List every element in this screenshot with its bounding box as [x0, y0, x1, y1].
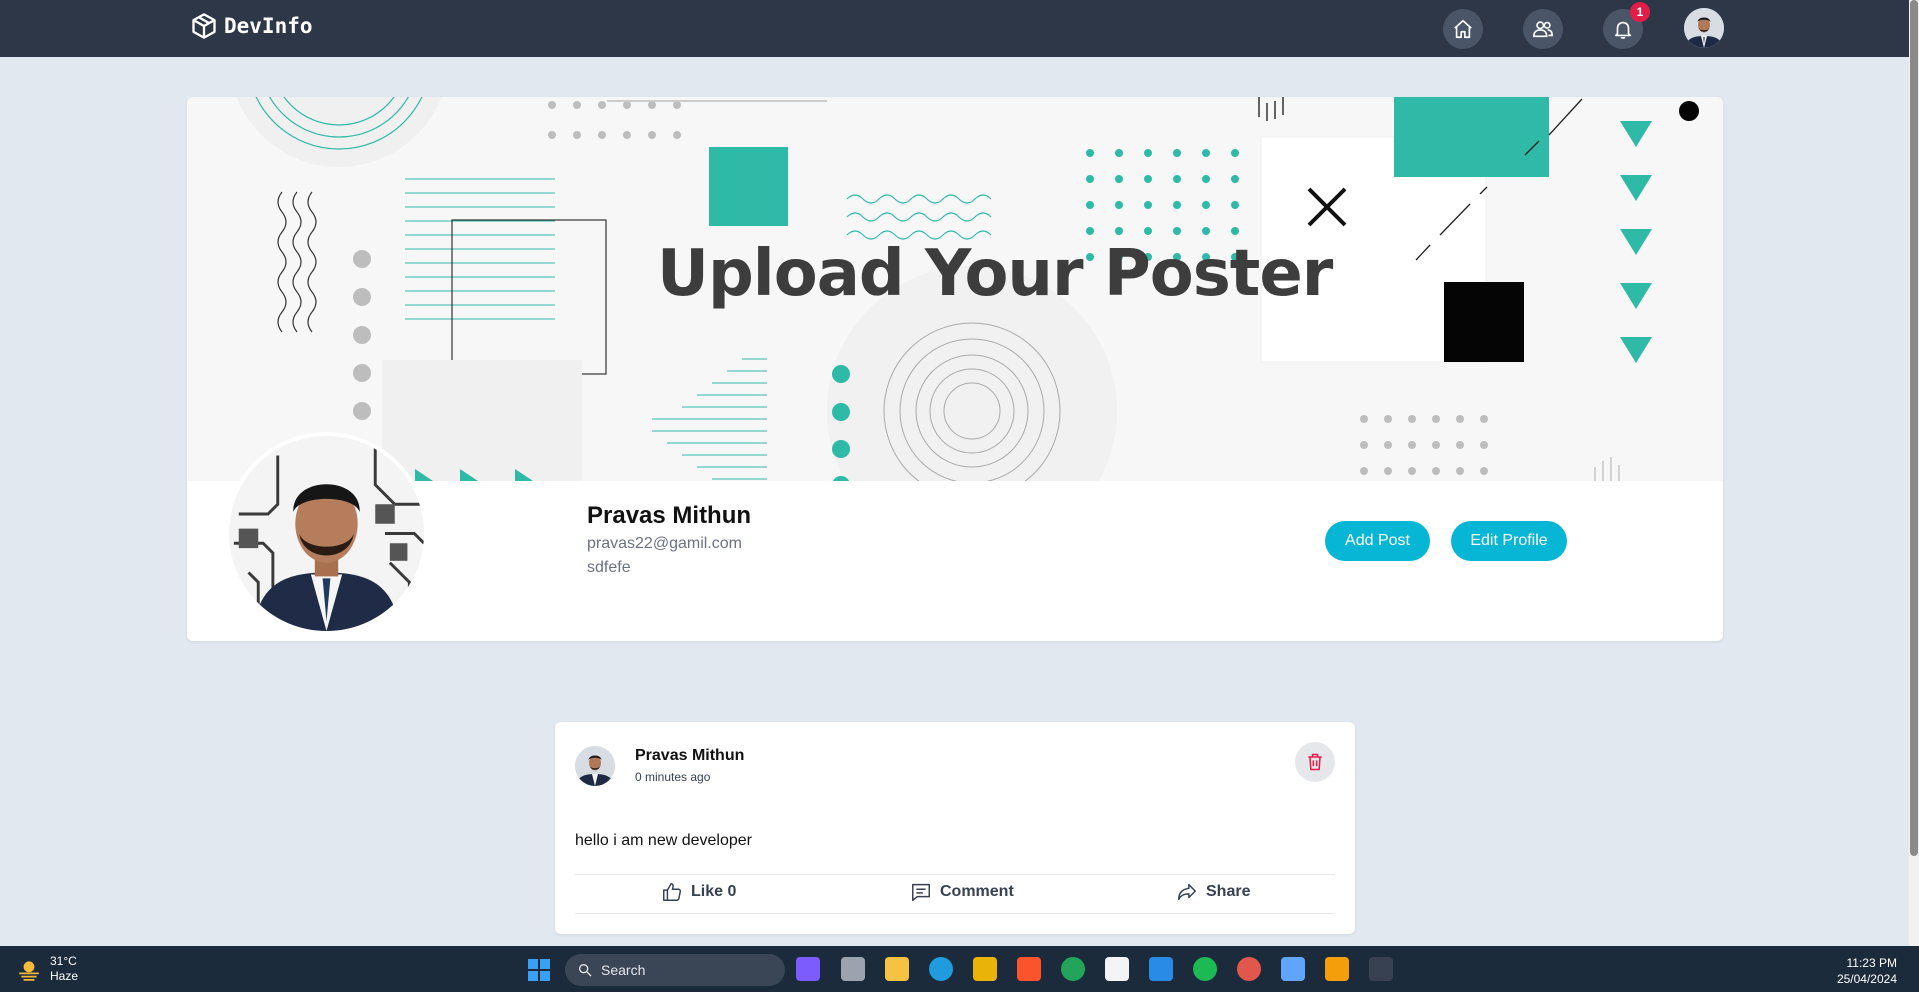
windows-taskbar: 31°C Haze Search 11:23 PM 25/04/2024 [0, 946, 1919, 992]
trash-icon [1308, 753, 1322, 771]
brand-name: DevInfo [224, 14, 313, 38]
clock-time: 11:23 PM [1846, 956, 1897, 970]
cube-icon [192, 13, 216, 39]
edit-profile-button[interactable]: Edit Profile [1451, 521, 1567, 561]
system-clock[interactable]: 11:23 PM 25/04/2024 [1837, 955, 1897, 987]
search-placeholder: Search [601, 962, 646, 978]
windows-start-icon[interactable] [528, 959, 550, 981]
brave-browser-icon[interactable] [1017, 957, 1041, 981]
post-actions-bar: Like 0 Comment Share [575, 874, 1335, 914]
profile-card: Upload Your Poster Pravas Mithun pravas2… [187, 97, 1723, 641]
file-explorer-icon[interactable] [885, 957, 909, 981]
weather-temperature: 31°C [50, 954, 77, 968]
like-label: Like 0 [691, 883, 737, 900]
add-post-button[interactable]: Add Post [1325, 521, 1430, 561]
notepad-icon[interactable] [1281, 957, 1305, 981]
chrome-active-icon[interactable] [1237, 957, 1261, 981]
comment-label: Comment [940, 883, 1014, 900]
brand-logo[interactable]: DevInfo [190, 12, 313, 40]
bell-icon [1614, 21, 1632, 39]
profile-bio: sdfefe [587, 559, 631, 576]
share-icon [1178, 883, 1196, 901]
top-navbar: DevInfo 1 [0, 0, 1909, 57]
notification-badge: 1 [1630, 2, 1650, 22]
profile-email: pravas22@gamil.com [587, 535, 742, 552]
post-author-avatar[interactable] [575, 746, 615, 786]
post-content: hello i am new developer [575, 832, 752, 849]
comment-button[interactable]: Comment [910, 881, 1014, 903]
weather-widget[interactable]: 31°C Haze [16, 954, 78, 984]
friends-button[interactable] [1523, 9, 1563, 49]
post-timestamp: 0 minutes ago [635, 770, 711, 784]
spotify-icon[interactable] [1193, 957, 1217, 981]
profile-name: Pravas Mithun [587, 502, 752, 529]
user-avatar[interactable] [1684, 8, 1724, 48]
share-button[interactable]: Share [1176, 881, 1250, 903]
profile-avatar[interactable] [225, 432, 428, 635]
edge-browser-icon[interactable] [929, 957, 953, 981]
chrome-browser-icon[interactable] [1061, 957, 1085, 981]
taskbar-search-input[interactable]: Search [565, 954, 785, 986]
home-icon [1454, 19, 1472, 39]
weather-condition: Haze [50, 969, 79, 983]
like-button[interactable]: Like 0 [661, 881, 736, 903]
terminal-icon[interactable] [1369, 957, 1393, 981]
photos-app-icon[interactable] [796, 957, 820, 981]
avatar-portrait [1684, 8, 1724, 48]
profile-portrait [229, 436, 424, 631]
post-author-name[interactable]: Pravas Mithun [635, 747, 744, 765]
git-app-icon[interactable] [1325, 957, 1349, 981]
scrollbar-thumb[interactable] [1910, 0, 1918, 856]
notifications-button[interactable]: 1 [1603, 2, 1650, 49]
page-scrollbar[interactable] [1909, 0, 1919, 946]
users-icon [1533, 21, 1553, 38]
share-label: Share [1206, 883, 1251, 900]
comment-icon [912, 883, 930, 901]
clock-date: 25/04/2024 [1836, 972, 1897, 986]
thumbs-up-icon [663, 883, 682, 901]
notion-app-icon[interactable] [1105, 957, 1129, 981]
search-icon [579, 964, 592, 977]
microsoft-store-icon[interactable] [973, 957, 997, 981]
cover-title: Upload Your Poster [657, 237, 1333, 311]
vscode-icon[interactable] [1149, 957, 1173, 981]
cover-poster[interactable]: Upload Your Poster [187, 97, 1723, 481]
task-view-icon[interactable] [841, 957, 865, 981]
post-avatar-portrait [575, 746, 615, 786]
home-button[interactable] [1443, 9, 1483, 49]
sun-haze-icon [19, 961, 39, 981]
delete-post-button[interactable] [1295, 742, 1335, 782]
post-card: Pravas Mithun 0 minutes ago hello i am n… [555, 722, 1355, 934]
